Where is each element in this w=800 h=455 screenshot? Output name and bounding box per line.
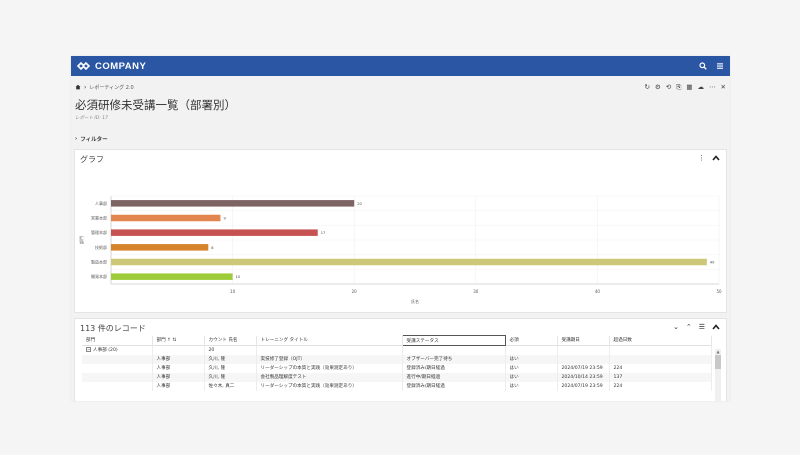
history-icon[interactable]: ⟲ bbox=[666, 83, 671, 91]
group-count: 20 bbox=[204, 345, 257, 355]
column-header[interactable]: 部門 bbox=[82, 335, 153, 346]
column-settings-icon[interactable]: ☰ bbox=[699, 323, 705, 331]
chevron-up-icon[interactable] bbox=[712, 324, 720, 330]
column-header[interactable]: カウント 氏名 bbox=[204, 335, 257, 346]
filter-label: フィルター bbox=[80, 137, 108, 143]
bar-chart: 人事部 20 営業本部 9 管理本部 17 技術部 8 製造本部 49 開発本部 10 10 20 30 40… bbox=[78, 195, 722, 304]
close-icon[interactable]: ✕ bbox=[721, 83, 726, 91]
column-header[interactable]: 受講期日 bbox=[557, 335, 610, 346]
scrollbar-thumb[interactable] bbox=[715, 355, 721, 369]
more-icon[interactable]: ⋯ bbox=[709, 83, 716, 91]
home-icon[interactable] bbox=[75, 84, 81, 90]
x-tick-label: 20 bbox=[352, 289, 358, 294]
category-label: 製造本部 bbox=[91, 259, 107, 265]
collapse-all-icon[interactable]: ⌄ bbox=[673, 323, 679, 331]
records-table: 部門 部門 ↑ ⇅ カウント 氏名 トレーニング タイトル 受講ステータス 必須… bbox=[82, 335, 712, 391]
bar bbox=[111, 258, 707, 266]
page-title: 必須研修未受講一覧（部署別） bbox=[75, 98, 236, 112]
x-axis-title: 氏名 bbox=[411, 298, 419, 304]
filter-toggle[interactable]: › フィルター bbox=[75, 135, 108, 143]
data-label: 20 bbox=[357, 202, 362, 206]
group-row[interactable]: − 人事部 (20) 20 bbox=[82, 345, 712, 355]
table-row[interactable]: 人事部 佐々木, 真二 リーダーシップの本質と実践（効果測定あり） 登録済み/期… bbox=[82, 381, 712, 391]
excel-icon[interactable]: ▦ bbox=[686, 83, 692, 91]
records-panel: 113 件のレコード ⌄ ⌃ ☰ 部門 部門 ↑ ⇅ カウント 氏名 トレーニン… bbox=[74, 318, 727, 401]
expand-all-icon[interactable]: ⌃ bbox=[686, 323, 692, 331]
column-header[interactable]: 受講ステータス bbox=[401, 335, 506, 346]
table-row[interactable]: 人事部 久川, 隆 実技修了登録（OJT） オブザーバー完了待ち はい bbox=[82, 354, 712, 364]
report-id: レポート ID: 17 bbox=[75, 116, 108, 121]
bar bbox=[111, 273, 233, 280]
column-header[interactable]: トレーニング タイトル bbox=[256, 335, 403, 346]
column-header[interactable]: 超過日数 bbox=[609, 335, 712, 346]
breadcrumb-separator-icon: › bbox=[84, 83, 87, 91]
category-label: 技術部 bbox=[95, 244, 107, 250]
breadcrumb-item-reporting[interactable]: レポーティング 2.0 bbox=[89, 84, 133, 91]
company-logo[interactable]: COMPANY bbox=[77, 61, 146, 72]
bar bbox=[111, 214, 221, 222]
breadcrumb: › レポーティング 2.0 ↻ ⚙ ⟲ ⎘ ▦ ☁ ⋯ ✕ bbox=[75, 82, 726, 92]
menu-icon[interactable] bbox=[716, 62, 724, 70]
x-tick-label: 50 bbox=[716, 289, 722, 294]
y-axis-title: 部門 bbox=[78, 236, 84, 244]
group-label: 人事部 (20) bbox=[93, 348, 118, 354]
category-label: 管理本部 bbox=[91, 229, 107, 235]
column-header[interactable]: 部門 ↑ ⇅ bbox=[152, 335, 205, 346]
bar bbox=[111, 229, 318, 236]
x-tick-label: 40 bbox=[595, 289, 601, 294]
x-tick-label: 30 bbox=[473, 289, 479, 294]
top-navigation-bar: COMPANY bbox=[71, 56, 730, 76]
search-icon[interactable] bbox=[699, 62, 707, 70]
category-label: 人事部 bbox=[95, 200, 107, 206]
table-scrollbar[interactable]: ▲ bbox=[715, 349, 721, 401]
category-label: 営業本部 bbox=[91, 215, 107, 221]
bar bbox=[111, 244, 209, 251]
table-row[interactable]: 人事部 久川, 隆 リーダーシップの本質と実践（効果測定あり） 登録済み/期日経… bbox=[82, 363, 712, 373]
data-label: 9 bbox=[223, 217, 226, 221]
table-header-row: 部門 部門 ↑ ⇅ カウント 氏名 トレーニング タイトル 受講ステータス 必須… bbox=[82, 335, 712, 346]
data-label: 49 bbox=[710, 261, 715, 265]
scroll-up-icon[interactable]: ▲ bbox=[715, 349, 721, 354]
brand-name: COMPANY bbox=[95, 60, 147, 72]
cloud-icon[interactable]: ☁ bbox=[698, 83, 705, 91]
graph-panel: グラフ ⋮ 人事部 20 営業本部 9 管理本部 17 技術部 8 製造本部 49 開発本部 10 10… bbox=[74, 149, 727, 313]
export-icon[interactable]: ⎘ bbox=[676, 83, 681, 92]
category-label: 開発本部 bbox=[91, 273, 107, 279]
gear-icon[interactable]: ⚙ bbox=[655, 83, 661, 91]
refresh-icon[interactable]: ↻ bbox=[644, 83, 649, 91]
table-row[interactable]: 人事部 久川, 隆 会社製品理解度テスト 進行中/期日経過 はい 2024/10… bbox=[82, 372, 712, 382]
data-label: 8 bbox=[211, 246, 214, 250]
x-tick-label: 10 bbox=[230, 289, 236, 294]
logo-icon bbox=[77, 61, 90, 71]
column-header[interactable]: 必須 bbox=[505, 335, 558, 346]
app-window: COMPANY › レポーティング 2.0 ↻ ⚙ ⟲ ⎘ ▦ ☁ ⋯ ✕ 必須… bbox=[71, 56, 730, 401]
chevron-right-icon: › bbox=[75, 136, 78, 142]
collapse-group-icon[interactable]: − bbox=[86, 347, 91, 353]
data-label: 10 bbox=[236, 275, 241, 279]
records-count-title: 113 件のレコード bbox=[80, 324, 146, 333]
bar bbox=[111, 200, 355, 207]
data-label: 17 bbox=[321, 231, 326, 235]
